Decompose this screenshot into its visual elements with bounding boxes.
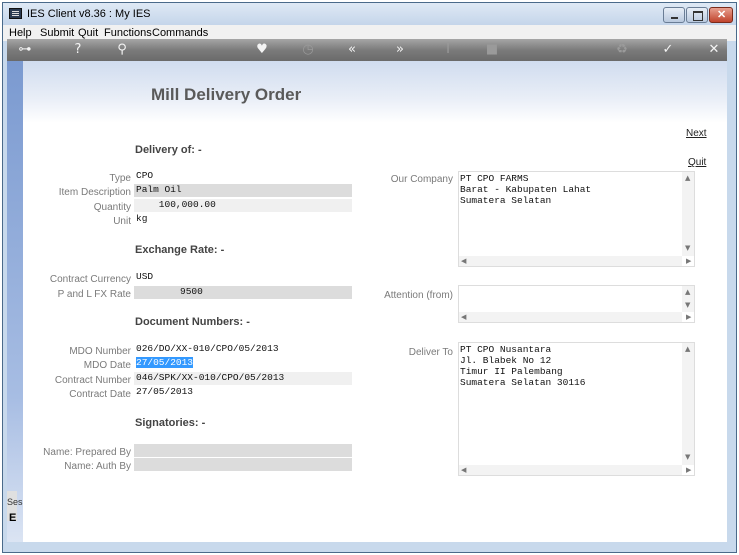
quantity-field[interactable]: 100,000.00: [134, 199, 352, 212]
section-delivery: Delivery of: -: [135, 144, 202, 156]
clock-icon[interactable]: ◷: [299, 41, 317, 59]
next-link[interactable]: Next: [686, 128, 707, 139]
horizontal-scrollbar[interactable]: ◀ ▶: [459, 256, 691, 266]
horizontal-scrollbar[interactable]: ◀ ▶: [459, 312, 691, 322]
item-description-field[interactable]: Palm Oil: [134, 184, 352, 197]
our-company-textarea[interactable]: PT CPO FARMS Barat - Kabupaten Lahat Sum…: [458, 171, 695, 267]
fx-rate-field[interactable]: 9500: [134, 286, 352, 299]
maximize-button[interactable]: [686, 7, 708, 23]
auth-by-label: Name: Auth By: [64, 461, 131, 472]
status-icon: E: [9, 512, 17, 524]
toolbar: ⊶ ? ⚲ ♥ ◷ « » I ■ ♻ ✓ ✕: [7, 39, 727, 61]
type-label: Type: [109, 173, 131, 184]
deliver-to-line: Jl. Blabek No 12: [460, 355, 552, 366]
unit-field[interactable]: kg: [134, 213, 352, 226]
text-cursor-icon[interactable]: I: [439, 41, 457, 59]
scroll-down-icon[interactable]: ▼: [685, 301, 690, 309]
auth-by-field[interactable]: [134, 458, 352, 471]
scroll-right-icon[interactable]: ▶: [686, 257, 691, 265]
side-strip: [7, 61, 23, 542]
rewind-icon[interactable]: «: [343, 41, 361, 59]
contract-number-field[interactable]: 046/SPK/XX-010/CPO/05/2013: [134, 372, 352, 385]
page-title: Mill Delivery Order: [151, 85, 302, 104]
our-company-line: Barat - Kabupaten Lahat: [460, 184, 592, 195]
key-icon[interactable]: ⊶: [11, 41, 39, 59]
close-window-button[interactable]: [709, 7, 733, 23]
type-field[interactable]: CPO: [134, 170, 352, 183]
help-icon[interactable]: ?: [69, 41, 87, 59]
prepared-by-field[interactable]: [134, 444, 352, 457]
main-content: Mill Delivery Order Next Quit Delivery o…: [7, 61, 727, 542]
menu-commands[interactable]: Commands: [152, 27, 208, 39]
contract-currency-field[interactable]: USD: [134, 271, 352, 284]
header-band: Mill Delivery Order: [23, 61, 727, 123]
mdo-date-selected-text: 27/05/2013: [136, 357, 194, 368]
deliver-to-line: PT CPO Nusantara: [460, 344, 552, 355]
our-company-line: Sumatera Selatan: [460, 195, 552, 206]
forward-icon[interactable]: »: [391, 41, 409, 59]
scroll-right-icon[interactable]: ▶: [686, 466, 691, 474]
search-icon[interactable]: ⚲: [113, 41, 131, 59]
attention-label: Attention (from): [384, 290, 453, 301]
mdo-number-label: MDO Number: [69, 346, 131, 357]
our-company-label: Our Company: [390, 174, 453, 185]
scroll-up-icon[interactable]: ▲: [685, 288, 690, 296]
menu-help[interactable]: Help: [9, 27, 32, 39]
deliver-to-line: Sumatera Selatan 30116: [460, 377, 586, 388]
scroll-up-icon[interactable]: ▲: [685, 174, 690, 182]
status-text: Ses: [7, 497, 23, 507]
section-exchange: Exchange Rate: -: [135, 244, 225, 256]
check-icon[interactable]: ✓: [659, 41, 677, 59]
prepared-by-label: Name: Prepared By: [43, 447, 131, 458]
scroll-down-icon[interactable]: ▼: [685, 244, 690, 252]
contract-number-label: Contract Number: [54, 375, 131, 386]
deliver-to-line: Timur II Palembang: [460, 366, 563, 377]
status-bar: Ses E: [7, 491, 23, 524]
vertical-scrollbar[interactable]: ▲ ▼: [682, 286, 694, 312]
recycle-icon[interactable]: ♻: [613, 41, 631, 59]
deliver-to-text: PT CPO Nusantara Jl. Blabek No 12 Timur …: [460, 344, 585, 388]
mdo-date-label: MDO Date: [83, 360, 131, 371]
deliver-to-textarea[interactable]: PT CPO Nusantara Jl. Blabek No 12 Timur …: [458, 342, 695, 476]
contract-date-label: Contract Date: [69, 389, 131, 400]
heart-icon[interactable]: ♥: [253, 41, 271, 59]
section-signatories: Signatories: -: [135, 417, 206, 429]
fx-rate-label: P and L FX Rate: [57, 289, 131, 300]
mdo-date-field[interactable]: 27/05/2013: [134, 357, 352, 370]
title-bar: IES Client v8.36 : My IES: [3, 3, 736, 25]
horizontal-scrollbar[interactable]: ◀ ▶: [459, 465, 691, 475]
scroll-left-icon[interactable]: ◀: [461, 466, 466, 474]
menu-quit[interactable]: Quit: [78, 27, 98, 39]
scroll-up-icon[interactable]: ▲: [685, 345, 690, 353]
stop-icon[interactable]: ■: [483, 41, 501, 59]
minimize-button[interactable]: [663, 7, 685, 23]
our-company-line: PT CPO FARMS: [460, 173, 529, 184]
close-icon[interactable]: ✕: [705, 41, 723, 59]
unit-label: Unit: [113, 216, 131, 227]
menu-submit[interactable]: Submit: [40, 27, 74, 39]
window-title: IES Client v8.36 : My IES: [27, 8, 151, 20]
attention-textarea[interactable]: ▲ ▼ ◀ ▶: [458, 285, 695, 323]
quit-link[interactable]: Quit: [688, 157, 706, 168]
scroll-left-icon[interactable]: ◀: [461, 313, 466, 321]
scroll-left-icon[interactable]: ◀: [461, 257, 466, 265]
app-icon: [9, 8, 22, 19]
scroll-down-icon[interactable]: ▼: [685, 453, 690, 461]
quantity-label: Quantity: [93, 202, 131, 213]
contract-date-field[interactable]: 27/05/2013: [134, 386, 352, 399]
item-description-label: Item Description: [58, 187, 131, 198]
our-company-text: PT CPO FARMS Barat - Kabupaten Lahat Sum…: [460, 173, 591, 206]
vertical-scrollbar[interactable]: ▲ ▼: [682, 343, 694, 465]
section-documents: Document Numbers: -: [135, 316, 250, 328]
menu-functions[interactable]: Functions: [104, 27, 152, 39]
mdo-number-field[interactable]: 026/DO/XX-010/CPO/05/2013: [134, 343, 352, 356]
deliver-to-label: Deliver To: [408, 347, 453, 358]
scroll-right-icon[interactable]: ▶: [686, 313, 691, 321]
vertical-scrollbar[interactable]: ▲ ▼: [682, 172, 694, 256]
contract-currency-label: Contract Currency: [49, 274, 131, 285]
